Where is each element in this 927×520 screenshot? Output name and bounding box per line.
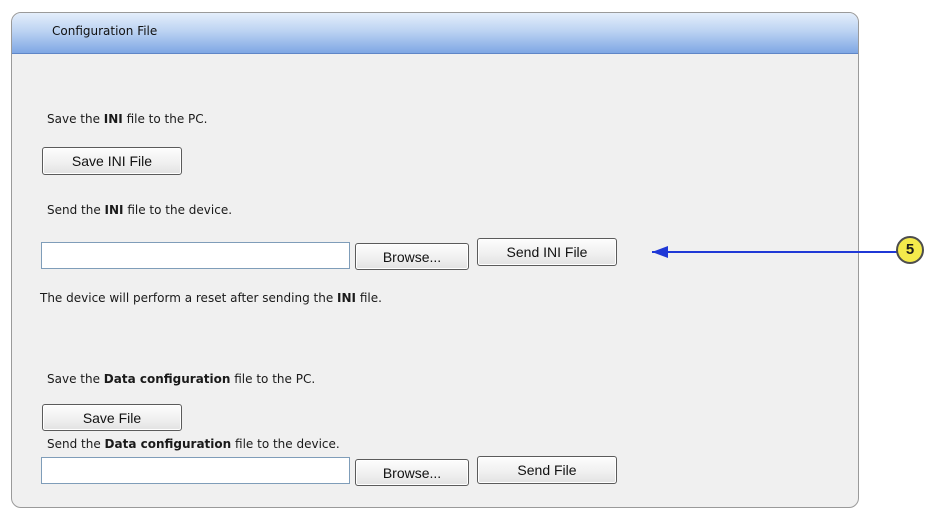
callout-arrowhead-icon (652, 246, 668, 258)
send-ini-file-button[interactable]: Send INI File (477, 238, 617, 266)
send-ini-description: Send the INI file to the device. (47, 203, 232, 217)
text-fragment: file to the PC. (230, 372, 316, 386)
panel-header: Configuration File (12, 13, 858, 54)
text-fragment: Send the (47, 437, 105, 451)
text-bold-fragment: INI (104, 203, 124, 217)
callout-arrow-line (652, 251, 898, 253)
ini-file-path-input[interactable] (41, 242, 350, 269)
send-data-config-description: Send the Data configuration file to the … (47, 437, 340, 451)
text-bold-fragment: Data configuration (103, 372, 231, 386)
text-fragment: file to the device. (231, 437, 340, 451)
save-data-file-button[interactable]: Save File (42, 404, 182, 431)
text-fragment: file to the PC. (122, 112, 208, 126)
data-file-path-input[interactable] (41, 457, 350, 484)
text-fragment: Save the (47, 372, 104, 386)
text-fragment: file to the device. (123, 203, 233, 217)
text-bold-fragment: Data configuration (104, 437, 232, 451)
text-bold-fragment: INI (337, 291, 357, 305)
data-browse-button[interactable]: Browse... (355, 459, 469, 486)
panel-title: Configuration File (52, 24, 158, 38)
save-data-config-description: Save the Data configuration file to the … (47, 372, 315, 386)
text-fragment: file. (356, 291, 382, 305)
save-ini-description: Save the INI file to the PC. (47, 112, 207, 126)
send-data-file-button[interactable]: Send File (477, 456, 617, 484)
text-fragment: The device will perform a reset after se… (40, 291, 338, 305)
reset-note: The device will perform a reset after se… (40, 291, 382, 305)
text-fragment: Save the (47, 112, 104, 126)
text-bold-fragment: INI (103, 112, 123, 126)
save-ini-file-button[interactable]: Save INI File (42, 147, 182, 175)
text-fragment: Send the (47, 203, 105, 217)
ini-browse-button[interactable]: Browse... (355, 243, 469, 270)
callout-number-badge: 5 (896, 236, 924, 264)
